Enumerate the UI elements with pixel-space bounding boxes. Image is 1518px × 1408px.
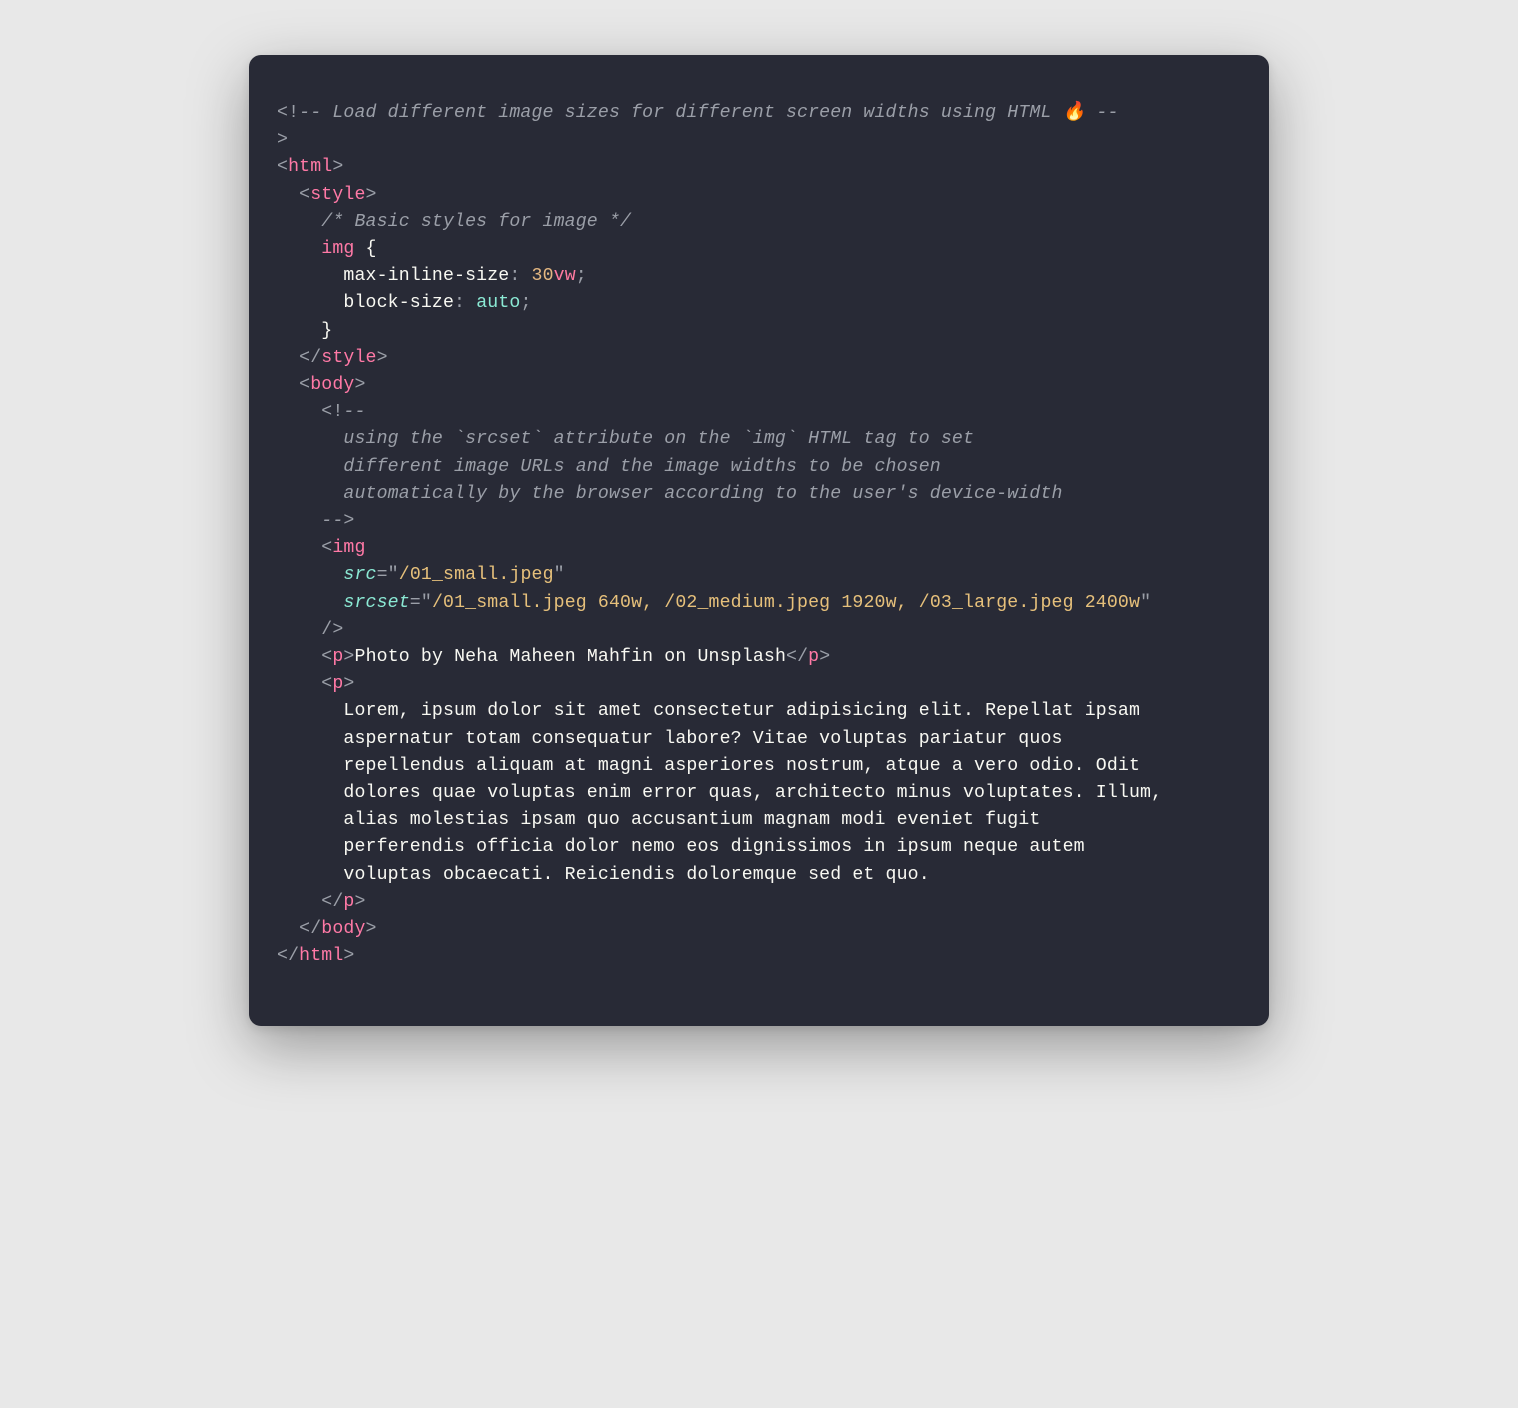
code-token: img <box>332 538 365 558</box>
code-token: p <box>332 647 343 667</box>
code-token <box>277 348 299 368</box>
code-token: body <box>310 375 354 395</box>
code-token: = <box>377 565 388 585</box>
code-token: > <box>343 647 354 667</box>
code-token: > <box>366 919 377 939</box>
code-snippet[interactable]: <!-- Load different image sizes for diff… <box>277 100 1241 971</box>
code-block-container: <!-- Load different image sizes for diff… <box>249 55 1269 1026</box>
code-token: < <box>299 375 310 395</box>
code-token: alias molestias ipsam quo accusantium ma… <box>277 810 1040 830</box>
code-token: img <box>321 239 354 259</box>
code-token: repellendus aliquam at magni asperiores … <box>277 756 1140 776</box>
code-token: html <box>288 157 332 177</box>
code-token: -- Load different image sizes for differ… <box>299 103 1118 123</box>
code-token: } <box>277 321 332 341</box>
code-token: > <box>366 185 377 205</box>
code-token <box>277 647 321 667</box>
code-token: < <box>321 674 332 694</box>
code-token: src <box>343 565 376 585</box>
code-token: different image URLs and the image width… <box>277 457 941 477</box>
code-token <box>277 892 321 912</box>
code-token <box>277 293 343 313</box>
code-token: --> <box>321 511 354 531</box>
code-token: automatically by the browser according t… <box>277 484 1063 504</box>
code-token: : <box>509 266 531 286</box>
code-token: { <box>354 239 376 259</box>
code-token: perferendis officia dolor nemo eos digni… <box>277 837 1085 857</box>
code-token: > <box>377 348 388 368</box>
code-token: = <box>410 593 421 613</box>
code-token: </ <box>321 892 343 912</box>
code-token: aspernatur totam consequatur labore? Vit… <box>277 729 1063 749</box>
code-token: " <box>1140 593 1151 613</box>
code-token: srcset <box>343 593 409 613</box>
code-token <box>277 266 343 286</box>
code-token: " <box>421 593 432 613</box>
code-token <box>277 620 321 640</box>
code-token: </ <box>299 919 321 939</box>
code-token: block-size <box>343 293 454 313</box>
code-token <box>277 919 299 939</box>
code-token: > <box>332 157 343 177</box>
code-token: > <box>277 130 288 150</box>
code-token: <! <box>321 402 343 422</box>
code-token: p <box>808 647 819 667</box>
code-token <box>277 565 343 585</box>
code-token: </ <box>786 647 808 667</box>
code-token: /* Basic styles for image */ <box>277 212 631 232</box>
code-token: html <box>299 946 343 966</box>
code-token: < <box>321 647 332 667</box>
code-token: -- <box>343 402 365 422</box>
code-token: <! <box>277 103 299 123</box>
code-token: style <box>310 185 365 205</box>
code-token: /01_small.jpeg 640w, /02_medium.jpeg 192… <box>432 593 1140 613</box>
code-token: voluptas obcaecati. Reiciendis doloremqu… <box>277 865 930 885</box>
code-token <box>277 375 299 395</box>
code-token: " <box>554 565 565 585</box>
code-token: style <box>321 348 376 368</box>
code-token: Lorem, ipsum dolor sit amet consectetur … <box>277 701 1140 721</box>
code-token <box>277 538 321 558</box>
code-token: p <box>332 674 343 694</box>
code-token: < <box>321 538 332 558</box>
code-token: > <box>343 674 354 694</box>
code-token: > <box>819 647 830 667</box>
code-token <box>277 185 299 205</box>
code-token: ; <box>520 293 531 313</box>
code-token: using the `srcset` attribute on the `img… <box>277 429 974 449</box>
code-token: p <box>343 892 354 912</box>
code-token <box>277 593 343 613</box>
code-token: > <box>354 375 365 395</box>
code-token: > <box>354 892 365 912</box>
code-token: /> <box>321 620 343 640</box>
code-token: Photo by Neha Maheen Mahfin on Unsplash <box>355 647 787 667</box>
code-token: dolores quae voluptas enim error quas, a… <box>277 783 1162 803</box>
code-token: : <box>454 293 476 313</box>
code-token: </ <box>299 348 321 368</box>
code-token <box>277 239 321 259</box>
code-token: < <box>277 157 288 177</box>
code-token: 30 <box>532 266 554 286</box>
code-token: /01_small.jpeg <box>399 565 554 585</box>
code-token <box>277 674 321 694</box>
code-token: > <box>343 946 354 966</box>
code-token <box>277 402 321 422</box>
code-token: auto <box>476 293 520 313</box>
code-token: </ <box>277 946 299 966</box>
code-token <box>277 511 321 531</box>
code-token: ; <box>576 266 587 286</box>
code-token: " <box>388 565 399 585</box>
code-token: < <box>299 185 310 205</box>
code-token: vw <box>554 266 576 286</box>
code-token: max-inline-size <box>343 266 509 286</box>
code-token: body <box>321 919 365 939</box>
